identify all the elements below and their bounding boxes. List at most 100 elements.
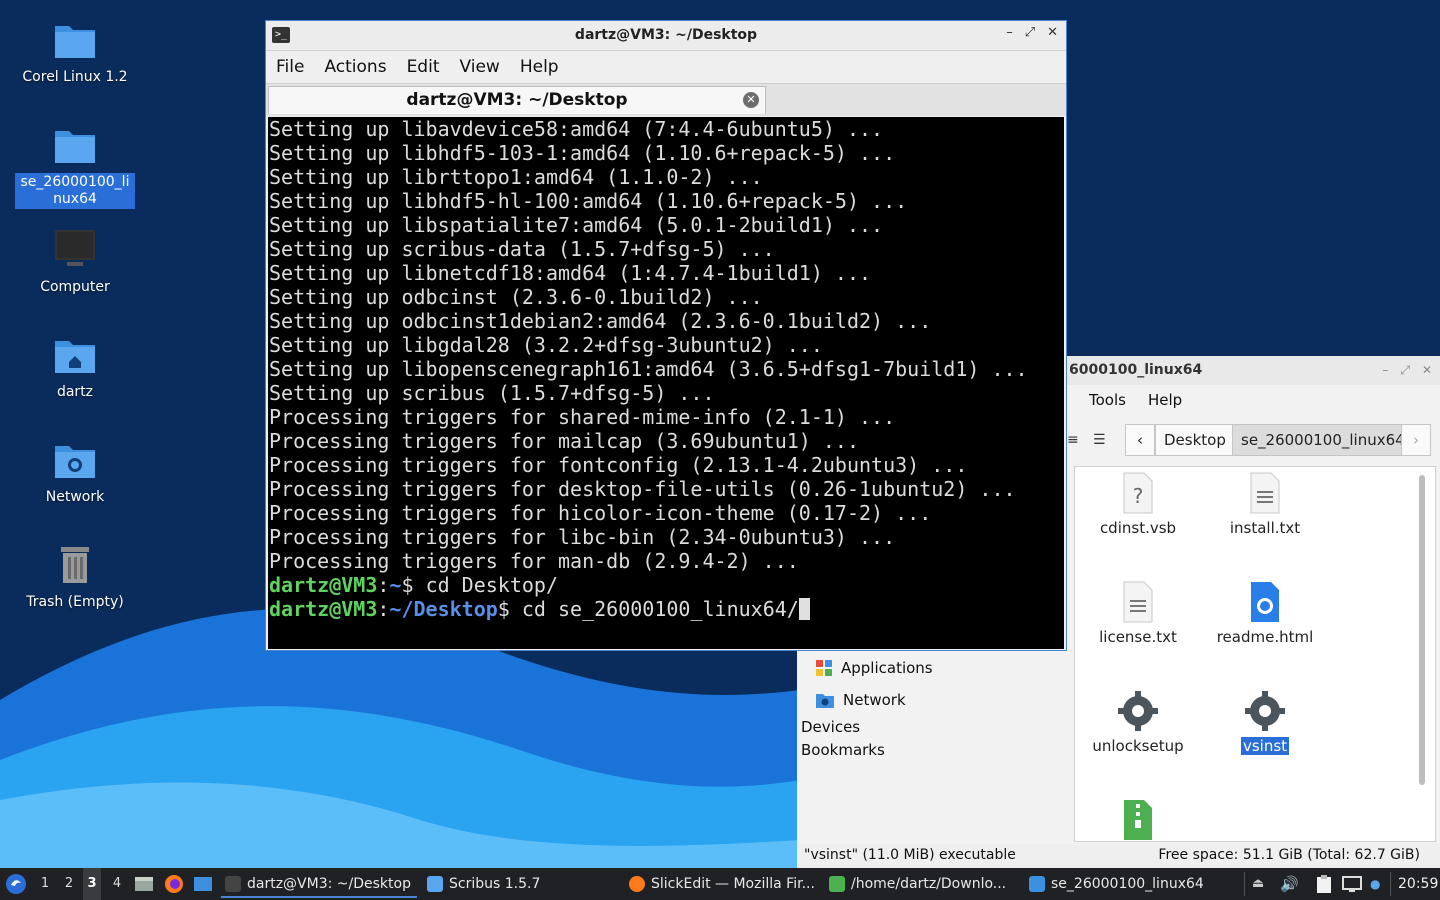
file-item-unlocksetup[interactable]: unlocksetup (1078, 689, 1198, 755)
terminal-window[interactable]: >_ dartz@VM3: ~/Desktop – ⤢ ✕ File Actio… (265, 20, 1067, 651)
menu-file[interactable]: File (276, 57, 304, 77)
terminal-line: Setting up scribus-data (1.5.7+dfsg-5) .… (269, 237, 775, 261)
breadcrumb-desktop[interactable]: Desktop (1155, 424, 1235, 456)
minimize-icon[interactable]: – (1006, 25, 1013, 40)
task-label: se_26000100_linux64 (1051, 876, 1204, 892)
scrollbar[interactable] (1419, 475, 1425, 785)
terminal-prompt-line: dartz@VM3:~/Desktop$ cd se_26000100_linu… (269, 597, 1064, 621)
workspace-3[interactable]: 3 (83, 868, 101, 900)
list-view-icon[interactable]: ☰ (1093, 432, 1106, 448)
folder-icon (55, 26, 95, 58)
sidebar-item-network[interactable]: Network (797, 684, 1069, 716)
scribus-icon (427, 876, 443, 892)
menu-help[interactable]: Help (1148, 391, 1182, 409)
start-menu-icon[interactable] (4, 872, 28, 896)
file-item-archive[interactable] (1078, 798, 1198, 841)
desktop-icon-dartz[interactable]: dartz (15, 331, 135, 402)
desktop-icon-label: Network (45, 489, 105, 505)
desktop-icon-corel-linux[interactable]: Corel Linux 1.2 (15, 16, 135, 87)
menu-tools[interactable]: Tools (1089, 391, 1126, 409)
desktop-icon-label: Trash (Empty) (26, 594, 124, 610)
task-label: dartz@VM3: ~/Desktop (247, 876, 411, 892)
menu-help[interactable]: Help (520, 57, 559, 77)
forward-button[interactable]: › (1401, 424, 1431, 456)
menu-edit[interactable]: Edit (407, 57, 440, 77)
desktop-icon-label: Corel Linux 1.2 (22, 69, 128, 85)
terminal-titlebar[interactable]: >_ dartz@VM3: ~/Desktop – ⤢ ✕ (266, 21, 1066, 51)
desktop-icon-se-26000100-linux64[interactable]: se_26000100_linux64 (15, 121, 135, 209)
prompt-command: cd se_26000100_linux64/ (521, 597, 799, 621)
svg-text:?: ? (1133, 484, 1144, 508)
status-bar: "vsinst" (11.0 MiB) executable Free spac… (797, 844, 1440, 868)
file-name: vsinst (1240, 737, 1290, 755)
folder-icon (55, 131, 95, 163)
terminal-cursor (798, 598, 810, 620)
file-manager-titlebar[interactable]: 6000100_linux64 – ⤢ ✕ (1067, 356, 1440, 385)
show-desktop-icon[interactable] (193, 875, 213, 893)
workspace-2[interactable]: 2 (60, 868, 78, 900)
prompt-user: dartz@VM3 (269, 573, 378, 597)
status-selection: "vsinst" (11.0 MiB) executable (804, 847, 1016, 863)
terminal-line: Processing triggers for libc-bin (2.34-0… (269, 525, 896, 549)
clock[interactable]: 20:59 (1398, 868, 1438, 900)
executable-gear-icon (1118, 691, 1158, 731)
applications-icon (816, 660, 832, 676)
prompt-symbol: $ (401, 573, 426, 597)
terminal-line: Setting up libopenscenegraph161:amd64 (3… (269, 357, 1028, 381)
trash-icon (61, 547, 89, 583)
terminal-line: Processing triggers for hicolor-icon-the… (269, 501, 932, 525)
tab-close-icon[interactable]: ✕ (743, 92, 759, 108)
archive-file-icon (1124, 800, 1152, 840)
task-terminal[interactable]: dartz@VM3: ~/Desktop (221, 870, 417, 898)
terminal-icon (225, 876, 241, 892)
terminal-line: Processing triggers for desktop-file-uti… (269, 477, 1016, 501)
terminal-line: Processing triggers for man-db (2.9.4-2)… (269, 549, 799, 573)
file-item-cdinst[interactable]: ? cdinst.vsb (1078, 471, 1198, 537)
terminal-output[interactable]: Setting up libavdevice58:amd64 (7:4.4-6u… (268, 117, 1064, 649)
file-manager-launcher-icon[interactable] (134, 875, 154, 893)
file-item-vsinst[interactable]: vsinst (1205, 689, 1325, 755)
workspace-4[interactable]: 4 (108, 868, 126, 900)
clipboard-icon[interactable] (1314, 874, 1334, 894)
taskbar: 1 2 3 4 dartz@VM3: ~/Desktop Scribus 1.5… (0, 868, 1440, 900)
task-archive[interactable]: /home/dartz/Downlo... (825, 870, 1047, 898)
terminal-line: Setting up odbcinst (2.3.6-0.1build2) ..… (269, 285, 763, 309)
terminal-tab[interactable]: dartz@VM3: ~/Desktop ✕ (268, 86, 766, 114)
breadcrumb-current[interactable]: se_26000100_linux64 (1232, 424, 1414, 456)
menu-actions[interactable]: Actions (324, 57, 386, 77)
file-item-readme-html[interactable]: readme.html (1205, 580, 1325, 646)
html-file-icon (1251, 582, 1279, 622)
back-button[interactable]: ‹ (1125, 424, 1155, 456)
file-item-license-txt[interactable]: license.txt (1078, 580, 1198, 646)
firefox-launcher-icon[interactable] (164, 874, 184, 894)
minimize-icon[interactable]: – (1382, 356, 1388, 385)
sidebar-item-applications[interactable]: Applications (797, 652, 1069, 684)
desktop-icon-network[interactable]: Network (15, 436, 135, 507)
eject-icon[interactable]: ⏏ (1252, 868, 1264, 900)
menu-view[interactable]: View (459, 57, 499, 77)
sidebar-section-devices[interactable]: Devices (797, 716, 1069, 739)
task-file-manager[interactable]: se_26000100_linux64 (1025, 870, 1251, 898)
desktop-icon-trash[interactable]: Trash (Empty) (15, 541, 135, 612)
terminal-line: Setting up libhdf5-103-1:amd64 (1.10.6+r… (269, 141, 896, 165)
computer-icon (55, 230, 95, 266)
maximize-icon[interactable]: ⤢ (1400, 356, 1410, 385)
workspace-1[interactable]: 1 (36, 868, 54, 900)
task-firefox[interactable]: SlickEdit — Mozilla Fir... (625, 870, 847, 898)
volume-icon[interactable]: 🔊 (1280, 868, 1299, 900)
maximize-icon[interactable]: ⤢ (1025, 25, 1035, 40)
notification-icon[interactable]: ● (1370, 868, 1380, 900)
close-icon[interactable]: ✕ (1047, 25, 1058, 40)
sidebar-section-bookmarks[interactable]: Bookmarks (797, 739, 1069, 762)
task-scribus[interactable]: Scribus 1.5.7 (423, 870, 645, 898)
icon-view-icon[interactable]: ≡ (1067, 432, 1079, 448)
text-file-icon (1123, 581, 1153, 623)
file-item-install-txt[interactable]: install.txt (1205, 471, 1325, 537)
file-view[interactable]: ? cdinst.vsb install.txt license.txt rea… (1074, 466, 1436, 842)
terminal-line: Setting up libavdevice58:amd64 (7:4.4-6u… (269, 117, 884, 141)
window-title: dartz@VM3: ~/Desktop (574, 27, 758, 43)
close-icon[interactable]: ✕ (1422, 356, 1432, 385)
network-status-icon[interactable] (1342, 875, 1362, 893)
archive-icon (829, 876, 845, 892)
desktop-icon-computer[interactable]: Computer (15, 226, 135, 297)
